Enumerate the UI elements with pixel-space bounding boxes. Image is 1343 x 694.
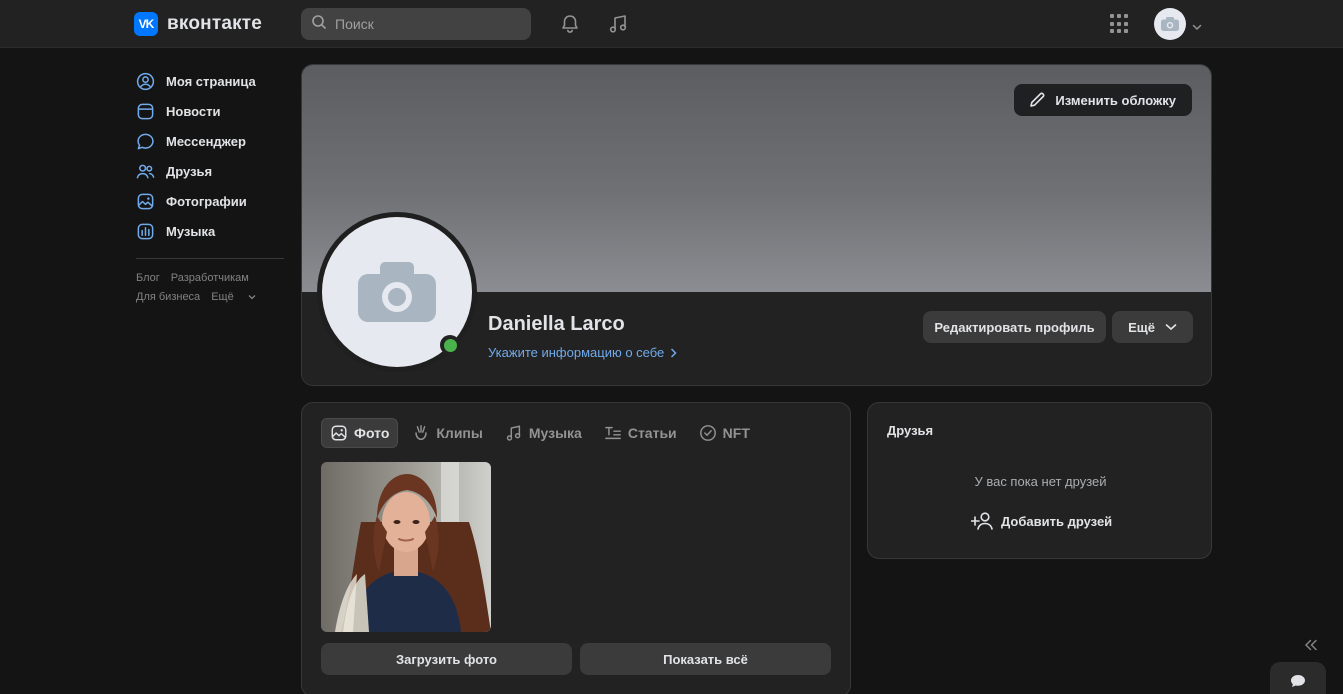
- vk-logo-text: вконтакте: [167, 13, 263, 34]
- news-icon: [136, 102, 155, 121]
- sidebar-item-label: Фотографии: [166, 193, 247, 209]
- tab-music[interactable]: Музыка: [497, 418, 590, 448]
- tab-label: Клипы: [436, 425, 483, 441]
- online-status-indicator: [440, 335, 460, 355]
- media-tabs: Фото Клипы Музыка Статьи NFT: [321, 418, 758, 448]
- footer-link-business[interactable]: Для бизнеса: [136, 291, 200, 303]
- footer-more-label: Ещё: [211, 291, 234, 303]
- user-circle-icon: [136, 72, 155, 91]
- tab-label: NFT: [722, 425, 750, 441]
- sidebar-item-label: Друзья: [166, 163, 213, 179]
- show-all-label: Показать всё: [663, 651, 748, 667]
- nft-icon: [699, 425, 716, 441]
- chat-bubble-button[interactable]: [1270, 662, 1326, 694]
- more-button[interactable]: Ещё: [1112, 311, 1193, 343]
- add-friends-label: Добавить друзей: [1001, 513, 1113, 529]
- more-label: Ещё: [1128, 319, 1155, 335]
- sidebar-item-my-page[interactable]: Моя страница: [136, 66, 286, 96]
- camera-icon: [1161, 17, 1179, 31]
- search-input[interactable]: [335, 16, 515, 32]
- friends-icon: [136, 162, 155, 181]
- vk-logo-icon: VK: [134, 12, 158, 36]
- chevron-down-icon: [1165, 324, 1177, 331]
- footer-link-developers[interactable]: Разработчикам: [171, 272, 249, 284]
- sidebar-item-news[interactable]: Новости: [136, 96, 286, 126]
- tab-label: Статьи: [627, 425, 677, 441]
- tab-label: Музыка: [528, 425, 582, 441]
- chevron-down-icon: [248, 295, 256, 300]
- search-box[interactable]: [301, 8, 531, 40]
- change-cover-button[interactable]: Изменить обложку: [1014, 84, 1192, 116]
- show-all-button[interactable]: Показать всё: [580, 643, 831, 675]
- upload-photo-label: Загрузить фото: [396, 651, 497, 667]
- camera-icon: [358, 262, 436, 322]
- tab-label: Фото: [354, 425, 390, 441]
- edit-profile-button[interactable]: Редактировать профиль: [923, 311, 1106, 343]
- apps-grid-icon[interactable]: [1110, 14, 1130, 34]
- sidebar-footer-links: Блог Разработчикам Для бизнеса Ещё: [136, 269, 286, 307]
- search-icon: [311, 14, 327, 35]
- sidebar-item-label: Мессенджер: [166, 133, 246, 149]
- sidebar-item-label: Новости: [166, 103, 221, 119]
- about-link-label: Укажите информацию о себе: [488, 345, 665, 360]
- sidebar-item-photos[interactable]: Фотографии: [136, 186, 286, 216]
- footer-link-more[interactable]: Ещё: [211, 291, 256, 303]
- friends-card: Друзья У вас пока нет друзей Добавить др…: [867, 402, 1212, 559]
- photos-icon: [136, 192, 155, 211]
- message-icon: [136, 132, 155, 151]
- profile-name: Daniella Larco: [488, 313, 625, 335]
- sidebar-item-messenger[interactable]: Мессенджер: [136, 126, 286, 156]
- tab-nft[interactable]: NFT: [691, 418, 758, 448]
- tab-photos[interactable]: Фото: [321, 418, 399, 448]
- music-player-icon[interactable]: [606, 12, 630, 36]
- change-cover-label: Изменить обложку: [1055, 92, 1176, 108]
- portrait-photo: [321, 462, 491, 632]
- sidebar-item-music[interactable]: Музыка: [136, 216, 286, 246]
- notifications-bell-icon[interactable]: [558, 12, 582, 36]
- clips-icon: [415, 425, 428, 441]
- music-icon: [136, 222, 155, 241]
- upload-photo-button[interactable]: Загрузить фото: [321, 643, 572, 675]
- articles-icon: [604, 426, 621, 440]
- photo-thumbnail[interactable]: [321, 462, 491, 632]
- profile-header-card: Изменить обложку Daniella Larco Укажите …: [301, 64, 1212, 386]
- chevron-down-icon[interactable]: [1192, 18, 1202, 36]
- about-link[interactable]: Укажите информацию о себе: [488, 345, 677, 360]
- friends-empty-text: У вас пока нет друзей: [974, 474, 1107, 489]
- add-user-icon: [971, 512, 993, 530]
- music-icon: [506, 425, 521, 441]
- sidebar-item-label: Моя страница: [166, 73, 256, 89]
- friends-title[interactable]: Друзья: [887, 423, 933, 438]
- chat-icon: [1291, 675, 1305, 687]
- sidebar-item-friends[interactable]: Друзья: [136, 156, 286, 186]
- photos-card: Фото Клипы Музыка Статьи NFT Загрузить ф…: [301, 402, 851, 694]
- sidebar-divider: [136, 258, 284, 259]
- vk-logo[interactable]: VK вконтакте: [134, 12, 262, 36]
- pencil-icon: [1030, 92, 1045, 107]
- photo-icon: [331, 425, 347, 441]
- tab-clips[interactable]: Клипы: [404, 418, 490, 448]
- footer-link-blog[interactable]: Блог: [136, 272, 160, 284]
- tab-articles[interactable]: Статьи: [596, 418, 685, 448]
- edit-profile-label: Редактировать профиль: [934, 319, 1095, 335]
- collapse-chevrons-icon[interactable]: [1304, 638, 1318, 656]
- top-header: VK вконтакте: [0, 0, 1343, 48]
- user-avatar[interactable]: [1154, 8, 1186, 40]
- add-friends-button[interactable]: Добавить друзей: [971, 511, 1112, 531]
- left-navigation: Моя страница Новости Мессенджер Друзья Ф…: [136, 66, 286, 307]
- chevron-right-icon: [671, 347, 677, 358]
- sidebar-item-label: Музыка: [166, 223, 216, 239]
